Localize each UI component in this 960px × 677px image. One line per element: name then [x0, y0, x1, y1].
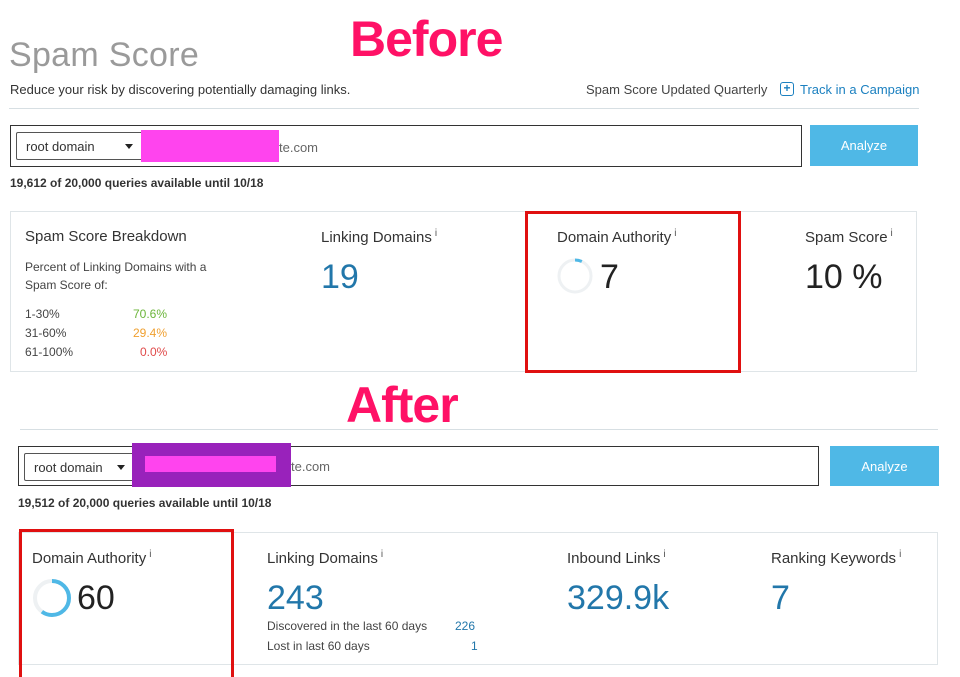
info-icon[interactable]: i	[663, 549, 665, 560]
spam-breakdown-title: Spam Score Breakdown	[25, 228, 187, 245]
inbound-links-value: 329.9k	[567, 579, 670, 617]
lost-value[interactable]: 1	[471, 639, 478, 653]
breakdown-range-1: 1-30%	[25, 307, 60, 321]
search-input[interactable]: te.com	[279, 140, 318, 155]
page-title: Spam Score	[9, 36, 200, 74]
scope-select[interactable]: root domain	[24, 453, 135, 481]
breakdown-range-2: 31-60%	[25, 326, 67, 340]
spam-score-label: Spam Score i	[805, 228, 893, 246]
info-icon[interactable]: i	[899, 549, 901, 560]
caret-down-icon	[125, 144, 133, 149]
search-input[interactable]: te.com	[291, 459, 330, 474]
before-overlay-label: Before	[350, 11, 503, 67]
linking-domains-value: 243	[267, 579, 324, 617]
info-icon[interactable]: i	[891, 228, 893, 239]
search-bar: root domain te.com	[18, 443, 819, 487]
redacted-domain	[141, 130, 279, 162]
scope-select[interactable]: root domain	[16, 132, 143, 160]
inbound-links-label: Inbound Links i	[567, 549, 666, 567]
linking-domains-value: 19	[321, 258, 359, 296]
breakdown-value-3: 0.0%	[140, 345, 168, 359]
breakdown-value-2: 29.4%	[133, 326, 168, 340]
discovered-label: Discovered in the last 60 days	[267, 619, 428, 633]
update-frequency-note: Spam Score Updated Quarterly	[586, 82, 768, 97]
lost-label: Lost in last 60 days	[267, 639, 370, 653]
spam-score-value: 10 %	[805, 258, 883, 296]
before-highlight-box	[525, 211, 741, 373]
scope-select-value: root domain	[26, 138, 95, 154]
breakdown-range-3: 61-100%	[25, 345, 74, 359]
scope-select-value: root domain	[34, 459, 103, 475]
analyze-button[interactable]: Analyze	[830, 446, 939, 486]
redacted-domain	[145, 456, 276, 472]
ranking-keywords-value: 7	[771, 579, 790, 617]
discovered-value[interactable]: 226	[455, 619, 475, 633]
search-bar: root domain te.com	[10, 125, 802, 167]
info-icon[interactable]: i	[381, 549, 383, 560]
caret-down-icon	[117, 465, 125, 470]
after-highlight-box	[19, 529, 234, 677]
after-overlay-label: After	[346, 377, 459, 433]
query-quota: 19,612 of 20,000 queries available until…	[10, 176, 264, 190]
page-subtitle: Reduce your risk by discovering potentia…	[10, 82, 351, 97]
linking-domains-label: Linking Domains i	[321, 228, 438, 246]
after-divider	[20, 429, 938, 430]
track-in-campaign-link[interactable]: Track in a Campaign	[800, 82, 919, 97]
plus-box-icon[interactable]: +	[780, 82, 794, 96]
analyze-button[interactable]: Analyze	[810, 125, 918, 166]
breakdown-value-1: 70.6%	[133, 307, 168, 321]
linking-domains-label: Linking Domains i	[267, 549, 384, 567]
spam-breakdown-description: Percent of Linking Domains with a Spam S…	[25, 260, 207, 292]
info-icon[interactable]: i	[435, 228, 437, 239]
header-divider	[9, 108, 919, 109]
query-quota: 19,512 of 20,000 queries available until…	[18, 496, 272, 510]
ranking-keywords-label: Ranking Keywords i	[771, 549, 902, 567]
